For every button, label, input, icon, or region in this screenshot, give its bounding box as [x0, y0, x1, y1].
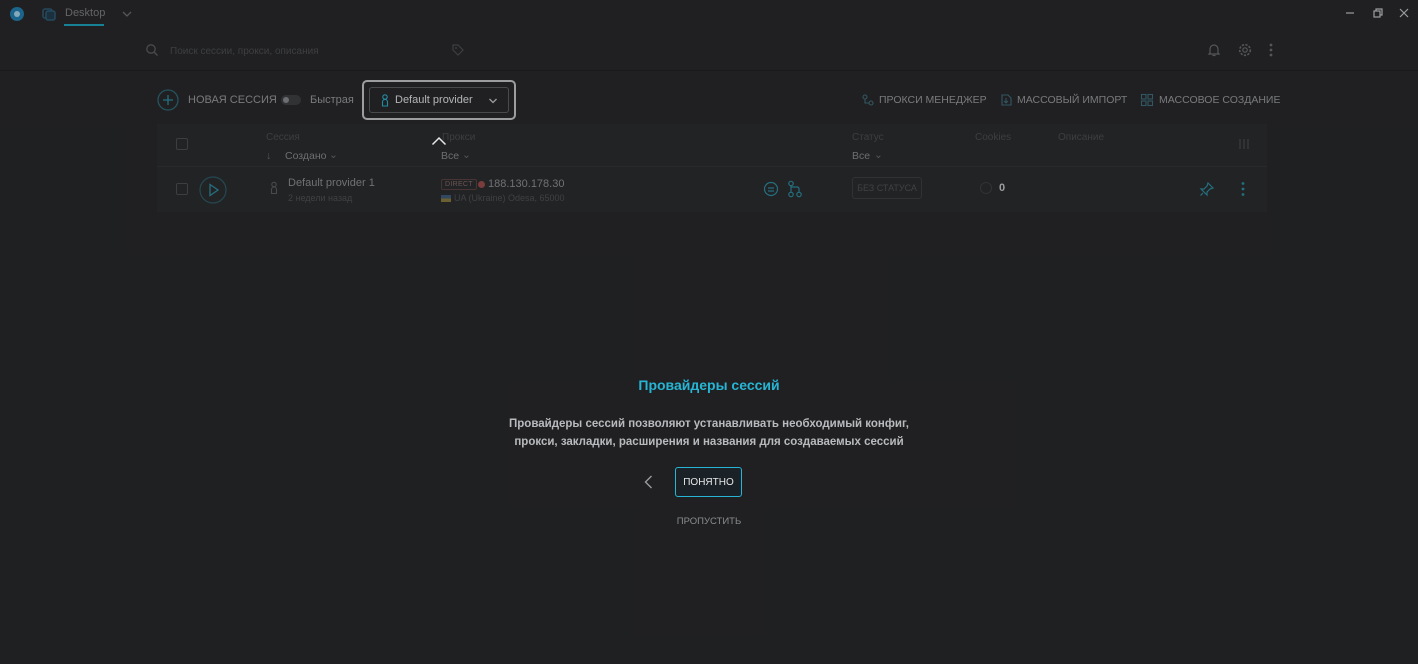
provider-select-label: Default provider [395, 94, 473, 106]
onboarding-body: Провайдеры сессий позволяют устанавливат… [459, 415, 959, 451]
toolbar: НОВАЯ СЕССИЯ Быстрая Default provider ПР… [0, 80, 1418, 120]
proxy-type-badge: DIRECT [441, 179, 477, 190]
row-checkbox[interactable] [176, 183, 188, 195]
person-icon [270, 181, 278, 195]
grid-icon [1140, 93, 1154, 107]
app-logo [10, 7, 24, 21]
proxy-status-dot [478, 181, 485, 188]
new-session-button[interactable]: НОВАЯ СЕССИЯ [188, 94, 277, 106]
column-header-status: Статус [852, 132, 884, 143]
skip-button[interactable]: ПРОПУСТИТЬ [0, 516, 1418, 527]
add-session-icon[interactable] [157, 89, 179, 111]
workspace-icon[interactable] [41, 6, 57, 22]
workspace-tab-indicator [64, 24, 104, 26]
kebab-icon[interactable] [1266, 42, 1276, 58]
gear-icon[interactable] [1237, 42, 1253, 58]
column-header-proxy: Прокси [442, 132, 476, 143]
workspace-name[interactable]: Desktop [65, 7, 105, 19]
cookie-icon [979, 181, 993, 195]
search-input[interactable] [168, 41, 442, 61]
tag-icon[interactable] [451, 43, 465, 57]
quick-label: Быстрая [310, 94, 354, 106]
session-created: 2 недели назад [288, 193, 353, 203]
restore-icon[interactable] [1371, 6, 1385, 20]
status-badge[interactable]: БЕЗ СТАТУСА [852, 177, 922, 199]
chevron-left-icon[interactable] [641, 474, 657, 490]
provider-select[interactable]: Default provider [369, 87, 509, 113]
proxy-manager-icon [862, 94, 874, 106]
proxy-ip[interactable]: 188.130.178.30 [488, 178, 564, 190]
pin-icon[interactable] [1199, 181, 1215, 197]
chevron-down-icon[interactable] [121, 8, 133, 20]
close-icon[interactable] [1397, 6, 1411, 20]
mass-import-button[interactable]: МАССОВЫЙ ИМПОРТ [1017, 94, 1127, 106]
chevron-down-icon[interactable]: ⌄ [329, 149, 338, 161]
select-all-checkbox[interactable] [176, 138, 188, 150]
title-bar: Desktop [0, 0, 1418, 28]
quick-toggle[interactable] [281, 95, 301, 105]
onboarding-body-line: прокси, закладки, расширения и названия … [514, 436, 904, 448]
column-header-cookies: Cookies [975, 132, 1012, 143]
columns-settings-icon[interactable] [1237, 137, 1251, 151]
flag-ua-icon [441, 195, 451, 202]
sort-arrow-icon[interactable]: ↓ [266, 150, 271, 162]
person-icon [381, 94, 389, 107]
sort-created-filter[interactable]: Создано [285, 150, 327, 162]
sessions-table: Сессия ↓ Создано ⌄ Прокси Все ⌄ Статус В… [157, 124, 1267, 212]
minimize-icon[interactable] [1343, 6, 1357, 20]
chevron-up-icon [431, 136, 447, 146]
session-name[interactable]: Default provider 1 [288, 177, 375, 189]
proxy-geo: UA (Ukraine) Odesa, 65000 [454, 193, 565, 203]
proxy-manager-button[interactable]: ПРОКСИ МЕНЕДЖЕР [879, 94, 987, 106]
cookies-count: 0 [999, 182, 1006, 194]
table-row[interactable]: Default provider 1 2 недели назад DIRECT… [157, 166, 1267, 213]
chevron-down-icon[interactable]: ⌄ [462, 149, 471, 161]
bell-icon[interactable] [1206, 42, 1222, 58]
top-bar [0, 28, 1418, 71]
proxy-filter[interactable]: Все [441, 150, 459, 162]
status-filter[interactable]: Все [852, 150, 870, 162]
mass-create-button[interactable]: МАССОВОЕ СОЗДАНИЕ [1159, 94, 1280, 106]
fingerprint-icon[interactable] [763, 181, 779, 197]
column-header-session: Сессия [266, 132, 300, 143]
chevron-down-icon [489, 98, 497, 104]
play-icon[interactable] [199, 176, 227, 204]
search-icon [146, 44, 158, 56]
import-icon [1001, 94, 1012, 106]
column-header-description: Описание [1058, 132, 1105, 143]
got-it-button[interactable]: ПОНЯТНО [675, 467, 742, 497]
onboarding-body-line: Провайдеры сессий позволяют устанавливат… [509, 418, 909, 430]
onboarding-title: Провайдеры сессий [638, 377, 780, 393]
branch-icon[interactable] [787, 180, 803, 198]
chevron-down-icon[interactable]: ⌄ [874, 149, 883, 161]
row-kebab-icon[interactable] [1238, 181, 1248, 197]
